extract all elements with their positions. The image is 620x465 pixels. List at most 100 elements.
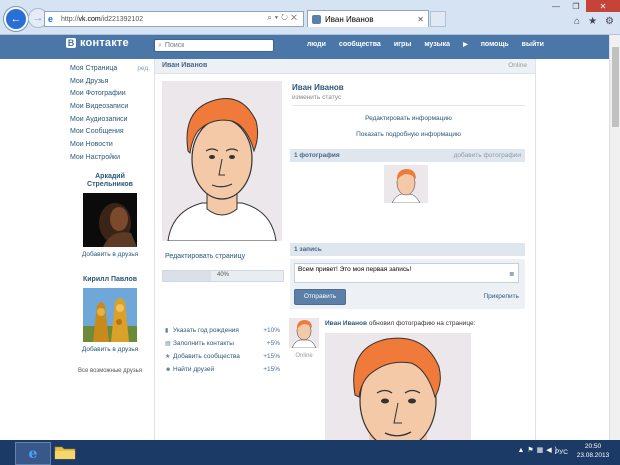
nav-logout[interactable]: выйти	[522, 41, 544, 48]
clock-time: 20:50	[584, 443, 602, 450]
post-author-avatar[interactable]	[289, 318, 319, 348]
task-label: Заполнить контакты	[173, 340, 234, 347]
photos-count[interactable]: 1 фотография	[294, 152, 340, 159]
back-button[interactable]: ←	[4, 7, 28, 31]
favorites-star-icon[interactable]: ★	[588, 16, 597, 27]
profile-name: Иван Иванов	[292, 83, 344, 92]
task-item[interactable]: ☻ Найти друзей +15%	[165, 366, 280, 376]
add-friend-link[interactable]: Добавить в друзья	[70, 251, 150, 258]
search-box[interactable]: ⌕	[154, 39, 274, 52]
url-host: vk.com	[78, 15, 101, 23]
attach-link[interactable]: Прикрепить	[483, 293, 519, 300]
all-friends-link[interactable]: Все возможные друзья	[70, 368, 150, 374]
vk-logo-icon[interactable]: В	[66, 38, 76, 48]
wall-section-header: 1 запись	[290, 243, 525, 256]
browser-right-icons: ⌂ ★ ⚙	[574, 16, 614, 27]
task-percent: +15%	[263, 353, 280, 360]
menu-edit-link[interactable]: ред.	[137, 63, 150, 76]
friend-surname[interactable]: Стрельников	[70, 181, 150, 189]
star-icon: ★	[165, 354, 171, 360]
nav-games[interactable]: игры	[394, 41, 411, 48]
vk-logo-text[interactable]: контакте	[80, 37, 129, 49]
doc-icon: ▤	[165, 341, 171, 347]
tab-title: Иван Иванов	[325, 14, 374, 24]
friend-photo[interactable]	[83, 288, 137, 342]
post-text: обновил фотографию на странице:	[368, 320, 476, 327]
profile-avatar[interactable]	[162, 81, 282, 241]
status-edit-link[interactable]: изменить статус	[292, 94, 341, 101]
send-button[interactable]: Отправить	[294, 289, 346, 305]
close-window-icon[interactable]: ✕	[586, 0, 620, 12]
post-author-link[interactable]: Иван Иванов	[325, 320, 367, 327]
profile-header-bar: Иван Иванов Online	[155, 59, 535, 74]
top-nav: люди сообщества игры музыка ▶ помощь вый…	[307, 41, 544, 48]
browser-toolbar: ← → e http://vk.com/id221392102 ⌕▾↻✕ Ива…	[0, 0, 620, 35]
photos-section-header: 1 фотография добавить фотографии	[290, 149, 525, 162]
nav-people[interactable]: люди	[307, 41, 326, 48]
edit-info-link[interactable]: Редактировать информацию	[292, 115, 525, 122]
music-play-icon[interactable]: ▶	[463, 41, 468, 48]
ie-page-icon: e	[48, 14, 54, 24]
vertical-scrollbar[interactable]	[609, 35, 620, 440]
clock-date: 23.08.2013	[576, 452, 610, 459]
friend-photo[interactable]	[83, 193, 137, 247]
task-label: Найти друзей	[173, 366, 215, 373]
task-percent: +5%	[266, 340, 280, 347]
restore-icon[interactable]: ❐	[566, 0, 586, 12]
friend-name[interactable]: Кирилл Павлов	[70, 276, 150, 284]
people-icon: ☻	[165, 367, 172, 373]
search-input[interactable]	[164, 42, 265, 49]
nav-music[interactable]: музыка	[424, 41, 450, 48]
friend-name[interactable]: Аркадий	[70, 173, 150, 181]
scrollbar-thumb[interactable]	[612, 47, 619, 127]
wall-count: 1 запись	[294, 246, 322, 253]
add-photos-link[interactable]: добавить фотографии	[454, 152, 521, 159]
home-icon[interactable]: ⌂	[574, 16, 580, 27]
nav-help[interactable]: помощь	[481, 41, 509, 48]
settings-gear-icon[interactable]: ⚙	[605, 16, 614, 27]
wall-input[interactable]: Всем привет! Это моя первая запись! ◙	[294, 263, 519, 283]
menu-item-news[interactable]: Мои Новости	[70, 139, 150, 152]
friend-suggestion: Аркадий Стрельников Добавить в друзья	[70, 173, 150, 258]
windows-taskbar: e ▲⚑▦◀) РУС 20:50 23.08.2013	[0, 440, 620, 465]
profile-main: Иван Иванов Online Редактировать страниц…	[154, 59, 536, 440]
address-tools-icons[interactable]: ⌕▾↻✕	[267, 13, 300, 23]
page-viewport: В контакте ⌕ люди сообщества игры музыка…	[0, 35, 609, 440]
new-tab-button[interactable]	[430, 11, 446, 27]
menu-item-my-page[interactable]: Моя Страница ред.	[70, 63, 150, 76]
tray-icons[interactable]: ▲⚑▦◀)	[517, 446, 560, 454]
task-item[interactable]: ★ Добавить сообщества +15%	[165, 353, 280, 363]
file-explorer-taskbar-icon[interactable]	[54, 444, 76, 460]
menu-item-friends[interactable]: Мои Друзья	[70, 76, 150, 89]
photo-thumbnail[interactable]	[384, 165, 428, 203]
menu-item-photos[interactable]: Мои Фотографии	[70, 88, 150, 101]
internet-explorer-taskbar-icon[interactable]: e	[15, 442, 51, 465]
clock[interactable]: 20:50 23.08.2013	[574, 442, 612, 460]
online-status: Online	[508, 62, 527, 69]
camera-icon[interactable]: ◙	[510, 271, 514, 278]
profile-header-name: Иван Иванов	[162, 62, 208, 69]
menu-item-messages[interactable]: Мои Сообщения	[70, 126, 150, 139]
left-menu: Моя Страница ред. Мои Друзья Мои Фотограф…	[70, 63, 150, 165]
nav-communities[interactable]: сообщества	[339, 41, 381, 48]
menu-item-label: Моя Страница	[70, 65, 118, 72]
address-bar[interactable]: e http://vk.com/id221392102 ⌕▾↻✕	[44, 11, 304, 27]
window-controls: — ❐ ✕	[546, 0, 620, 12]
show-info-link[interactable]: Показать подробную информацию	[292, 131, 525, 138]
menu-item-videos[interactable]: Мои Видеозаписи	[70, 101, 150, 114]
wall-input-text: Всем привет! Это моя первая запись!	[298, 266, 412, 273]
add-friend-link[interactable]: Добавить в друзья	[70, 346, 150, 353]
url-path: /id221392102	[100, 15, 144, 23]
minimize-icon[interactable]: —	[546, 0, 566, 12]
task-item[interactable]: ▤ Заполнить контакты +5%	[165, 340, 280, 350]
menu-item-audio[interactable]: Мои Аудиозаписи	[70, 114, 150, 127]
post-photo[interactable]	[325, 333, 471, 440]
url-protocol: http://	[61, 15, 79, 23]
browser-tab[interactable]: Иван Иванов ✕	[307, 10, 429, 27]
tab-close-icon[interactable]: ✕	[417, 15, 424, 24]
task-item[interactable]: ▮ Указать год рождения +10%	[165, 327, 280, 337]
search-icon: ⌕	[158, 41, 162, 49]
menu-item-settings[interactable]: Мои Настройки	[70, 152, 150, 165]
language-indicator[interactable]: РУС	[555, 449, 568, 456]
edit-page-link[interactable]: Редактировать страницу	[165, 253, 245, 260]
